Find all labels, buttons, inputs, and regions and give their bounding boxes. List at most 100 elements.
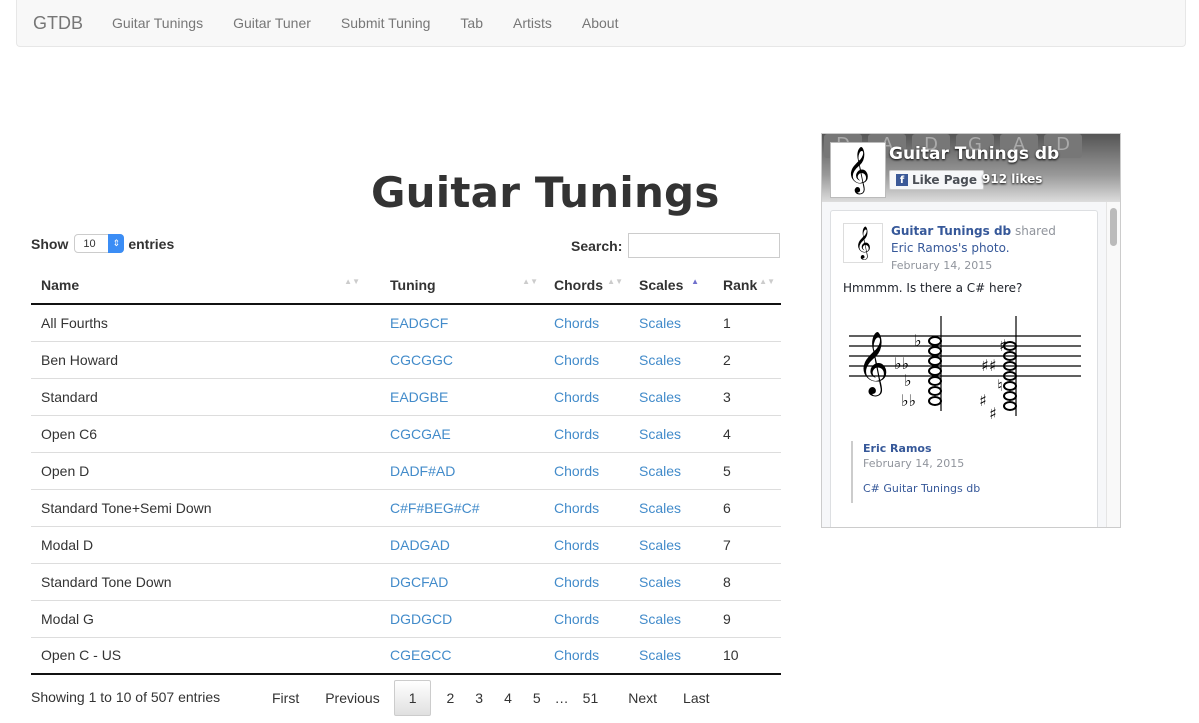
cell-scales-link[interactable]: Scales (629, 414, 713, 452)
cell-scales-link[interactable]: Scales (629, 488, 713, 526)
column-header-scales[interactable]: Scales ▲ (629, 266, 713, 305)
svg-text:𝄞: 𝄞 (857, 331, 889, 397)
nav-submit-tuning[interactable]: Submit Tuning (326, 15, 446, 31)
column-header-tuning[interactable]: Tuning ▲▼ (366, 266, 544, 305)
fb-post: 𝄞 Guitar Tunings db shared Eric Ramos's … (830, 210, 1098, 527)
cell-scales-link[interactable]: Scales (629, 451, 713, 489)
column-header-rank[interactable]: Rank ▲▼ (713, 266, 781, 305)
cell-scales-link[interactable]: Scales (629, 599, 713, 637)
search-control: Search: (571, 233, 781, 258)
cell-tuning-link[interactable]: CGCGAE (366, 414, 544, 452)
sheet-music-image[interactable]: 𝄞 ♭♭♭♭♭♭ ♯♯♯♮♯♯ (849, 311, 1089, 431)
svg-text:♯♯: ♯♯ (981, 356, 996, 375)
cell-scales-link[interactable]: Scales (629, 525, 713, 563)
cell-chords-link[interactable]: Chords (544, 304, 629, 341)
fb-likes-count: 912 likes (982, 172, 1043, 186)
cell-rank: 7 (713, 525, 781, 563)
cell-name: Standard (31, 377, 366, 415)
cell-scales-link[interactable]: Scales (629, 340, 713, 378)
cell-name: Open D (31, 451, 366, 489)
treble-clef-logo-icon[interactable]: 𝄞 (830, 142, 886, 198)
table-row: Standard EADGBE Chords Scales 3 (31, 377, 781, 415)
cell-rank: 9 (713, 599, 781, 637)
cell-tuning-link[interactable]: C#F#BEG#C# (366, 488, 544, 526)
cell-chords-link[interactable]: Chords (544, 525, 629, 563)
column-header-name[interactable]: Name ▲▼ (31, 266, 366, 305)
sort-ascending-icon: ▲ (691, 277, 699, 286)
table-row: Open D DADF#AD Chords Scales 5 (31, 451, 781, 489)
treble-clef-avatar-icon[interactable]: 𝄞 (843, 223, 883, 263)
post-date[interactable]: February 14, 2015 (891, 259, 992, 272)
page-first[interactable]: First (262, 680, 309, 716)
scrollbar-thumb[interactable] (1110, 208, 1117, 246)
table-info: Showing 1 to 10 of 507 entries (31, 689, 221, 705)
page-5[interactable]: 5 (522, 680, 551, 716)
page-51[interactable]: 51 (573, 680, 609, 716)
post-author[interactable]: Guitar Tunings db (891, 224, 1011, 238)
cell-tuning-link[interactable]: DADGAD (366, 525, 544, 563)
quote-text[interactable]: C# Guitar Tunings db (863, 481, 980, 496)
svg-text:♯: ♯ (979, 391, 987, 410)
search-input[interactable] (628, 233, 781, 258)
cell-tuning-link[interactable]: CGCGGC (366, 340, 544, 378)
entries-select[interactable]: 10 ⇕ (74, 234, 125, 253)
cell-scales-link[interactable]: Scales (629, 377, 713, 415)
table-row: Open C6 CGCGAE Chords Scales 4 (31, 414, 781, 452)
cell-chords-link[interactable]: Chords (544, 599, 629, 637)
cell-tuning-link[interactable]: EADGBE (366, 377, 544, 415)
page-previous[interactable]: Previous (315, 680, 389, 716)
cell-chords-link[interactable]: Chords (544, 562, 629, 600)
cell-name: Standard Tone Down (31, 562, 366, 600)
page-2[interactable]: 2 (431, 680, 464, 716)
svg-text:♭: ♭ (904, 371, 912, 390)
svg-text:♮: ♮ (997, 376, 1003, 395)
cell-chords-link[interactable]: Chords (544, 636, 629, 675)
sort-icon: ▲▼ (344, 277, 360, 286)
cell-name: Modal G (31, 599, 366, 637)
cell-chords-link[interactable]: Chords (544, 451, 629, 489)
table-row: Ben Howard CGCGGC Chords Scales 2 (31, 340, 781, 378)
post-action: shared (1014, 224, 1056, 238)
cell-tuning-link[interactable]: DGCFAD (366, 562, 544, 600)
cell-chords-link[interactable]: Chords (544, 488, 629, 526)
quote-author[interactable]: Eric Ramos (863, 441, 980, 456)
cell-scales-link[interactable]: Scales (629, 636, 713, 675)
page-last[interactable]: Last (667, 680, 719, 716)
nav-tab[interactable]: Tab (445, 15, 498, 31)
brand-link[interactable]: GTDB (33, 13, 83, 34)
entries-select-value: 10 (83, 237, 96, 250)
column-header-chords[interactable]: Chords ▲▼ (544, 266, 629, 305)
cell-scales-link[interactable]: Scales (629, 562, 713, 600)
fb-like-page-button[interactable]: f Like Page (889, 170, 985, 190)
shared-photo-link[interactable]: Eric Ramos's photo. (891, 241, 1010, 255)
table-row: All Fourths EADGCF Chords Scales 1 (31, 304, 781, 341)
page-3[interactable]: 3 (464, 680, 493, 716)
fb-cover-image: DADGAD 𝄞 Guitar Tunings db f Like Page 9… (822, 134, 1120, 202)
nav-about[interactable]: About (567, 15, 634, 31)
page-next[interactable]: Next (608, 680, 667, 716)
cell-chords-link[interactable]: Chords (544, 414, 629, 452)
sort-icon: ▲▼ (522, 277, 538, 286)
quote-date[interactable]: February 14, 2015 (863, 456, 980, 471)
fb-feed-scrollbar[interactable] (1106, 202, 1120, 527)
cell-rank: 3 (713, 377, 781, 415)
post-message: Hmmmm. Is there a C# here? (843, 281, 1023, 295)
cell-tuning-link[interactable]: DGDGCD (366, 599, 544, 637)
sort-icon: ▲▼ (759, 277, 775, 286)
cell-scales-link[interactable]: Scales (629, 304, 713, 341)
table-row: Standard Tone Down DGCFAD Chords Scales 8 (31, 562, 781, 600)
page-4[interactable]: 4 (493, 680, 522, 716)
nav-guitar-tunings[interactable]: Guitar Tunings (97, 15, 218, 31)
table-row: Modal G DGDGCD Chords Scales 9 (31, 599, 781, 637)
pagination: First Previous 1 2 3 4 5 … 51 Next Last (262, 680, 720, 716)
cell-chords-link[interactable]: Chords (544, 377, 629, 415)
nav-artists[interactable]: Artists (498, 15, 567, 31)
fb-page-name[interactable]: Guitar Tunings db (889, 144, 1059, 164)
cell-tuning-link[interactable]: DADF#AD (366, 451, 544, 489)
nav-guitar-tuner[interactable]: Guitar Tuner (218, 15, 326, 31)
cell-tuning-link[interactable]: CGEGCC (366, 636, 544, 675)
cell-chords-link[interactable]: Chords (544, 340, 629, 378)
tunings-table: Name ▲▼ Tuning ▲▼ Chords ▲▼ Scales ▲ Rank ▲▼ … (31, 266, 781, 675)
page-1[interactable]: 1 (393, 680, 432, 716)
cell-tuning-link[interactable]: EADGCF (366, 304, 544, 341)
